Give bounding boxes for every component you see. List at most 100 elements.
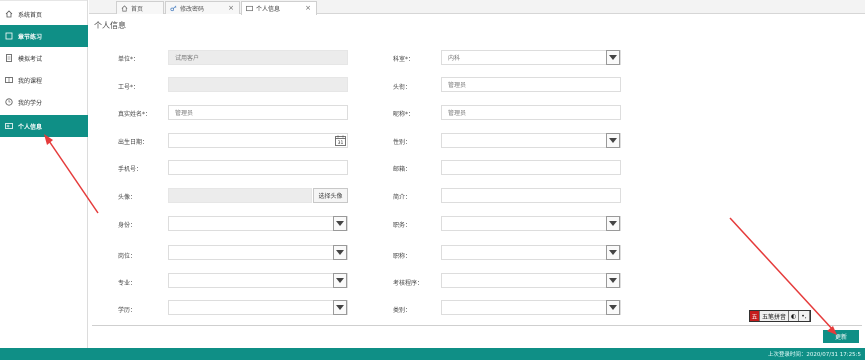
last-login-text: 上次登录时间：2020/07/31 17:25:5: [767, 352, 861, 358]
avatar-label: 头像：: [118, 194, 137, 201]
category-select[interactable]: [441, 300, 621, 315]
chevron-down-icon[interactable]: [606, 245, 620, 260]
sidebar-item-label: 我的课程: [18, 77, 43, 85]
identity-label: 身份：: [118, 222, 137, 229]
status-bar: 上次登录时间：2020/07/31 17:25:5: [0, 348, 865, 360]
close-icon[interactable]: ×: [305, 4, 311, 12]
tab-label: 修改密码: [180, 5, 205, 13]
major-label: 专业：: [118, 280, 137, 287]
sidebar-item-home[interactable]: 系统首页: [0, 3, 88, 25]
exam-program-label: 考核程序：: [393, 280, 424, 287]
chevron-down-icon[interactable]: [606, 216, 620, 231]
sidebar-item-label: 个人信息: [18, 123, 43, 131]
form-divider: [92, 325, 862, 326]
intro-input[interactable]: [441, 188, 621, 203]
choose-avatar-button[interactable]: 选择头像: [313, 188, 348, 203]
sidebar-item-label: 系统首页: [18, 11, 43, 19]
gender-select[interactable]: [441, 133, 621, 148]
prof-title-select[interactable]: [441, 245, 621, 260]
document-icon: [5, 54, 13, 62]
calendar-icon[interactable]: 31: [334, 134, 346, 147]
prof-title-label: 职称：: [393, 253, 412, 260]
department-value: 内科: [448, 55, 461, 62]
ime-mode[interactable]: 五笔拼音: [760, 311, 790, 321]
sidebar-item-chapter-practice[interactable]: 章节练习: [0, 25, 88, 47]
department-select[interactable]: 内科: [441, 50, 621, 65]
ime-logo-icon: 五: [750, 311, 760, 321]
chevron-down-icon[interactable]: [606, 273, 620, 288]
id-card-icon: [246, 5, 253, 12]
birth-date-input[interactable]: 31: [168, 133, 348, 148]
sidebar-top-divider: [0, 0, 87, 1]
home-icon: [121, 4, 128, 12]
book-icon: [5, 32, 13, 40]
category-label: 类别：: [393, 307, 412, 314]
tab-label: 首页: [131, 5, 144, 13]
unit-label: 单位*：: [118, 56, 140, 63]
key-icon: [170, 5, 177, 12]
gender-label: 性别：: [393, 139, 412, 146]
ime-moon-icon[interactable]: ◐: [789, 311, 800, 321]
post-select[interactable]: [168, 245, 348, 260]
sidebar-item-my-credits[interactable]: 我的学分: [0, 91, 88, 113]
chevron-down-icon[interactable]: [333, 245, 347, 260]
birth-date-label: 出生日期：: [118, 139, 149, 146]
sidebar-item-label: 章节练习: [18, 33, 43, 41]
title-value: 管理员: [448, 82, 467, 89]
phone-input[interactable]: [168, 160, 348, 175]
sidebar-item-mock-exam[interactable]: 模拟考试: [0, 47, 88, 69]
exam-program-select[interactable]: [441, 273, 621, 288]
chevron-down-icon[interactable]: [606, 133, 620, 148]
identity-select[interactable]: [168, 216, 348, 231]
clock-icon: [5, 98, 13, 106]
education-select[interactable]: [168, 300, 348, 315]
nickname-input[interactable]: 管理员: [441, 105, 621, 120]
chevron-down-icon[interactable]: [333, 300, 347, 315]
nickname-value: 管理员: [448, 110, 467, 117]
phone-label: 手机号：: [118, 166, 143, 173]
tab-home[interactable]: 首页: [116, 1, 164, 14]
unit-field: 试用客户: [168, 50, 348, 65]
chevron-down-icon[interactable]: [333, 216, 347, 231]
chevron-down-icon[interactable]: [333, 273, 347, 288]
emp-no-field: [168, 77, 348, 92]
tab-bar: 首页 修改密码 × 个人信息 ×: [89, 0, 865, 15]
real-name-value: 管理员: [175, 110, 194, 117]
home-icon: [5, 10, 13, 18]
id-card-icon: [5, 122, 13, 130]
chevron-down-icon[interactable]: [606, 50, 620, 65]
ime-toolbar[interactable]: 五 五笔拼音 ◐ •,: [749, 310, 811, 322]
unit-value: 试用客户: [175, 55, 200, 62]
real-name-input[interactable]: 管理员: [168, 105, 348, 120]
education-label: 学历：: [118, 307, 137, 314]
ime-punct-icon[interactable]: •,: [799, 311, 810, 321]
department-label: 科室*：: [393, 56, 415, 63]
position-label: 职务：: [393, 222, 412, 229]
title-input[interactable]: 管理员: [441, 77, 621, 92]
courses-icon: [5, 76, 13, 84]
avatar-field: [168, 188, 312, 203]
major-select[interactable]: [168, 273, 348, 288]
page-title: 个人信息: [94, 21, 126, 30]
chevron-down-icon[interactable]: [606, 300, 620, 315]
position-select[interactable]: [441, 216, 621, 231]
email-input[interactable]: [441, 160, 621, 175]
sidebar-item-personal-info[interactable]: 个人信息: [0, 115, 88, 137]
title-label: 头衔：: [393, 84, 412, 91]
sidebar-item-label: 模拟考试: [18, 55, 43, 63]
close-icon[interactable]: ×: [228, 4, 234, 12]
update-button[interactable]: 更新: [823, 330, 859, 343]
real-name-label: 真实姓名*：: [118, 111, 152, 118]
emp-no-label: 工号*：: [118, 84, 140, 91]
email-label: 邮箱：: [393, 166, 412, 173]
tab-personal-info[interactable]: 个人信息 ×: [241, 1, 317, 15]
sidebar-item-label: 我的学分: [18, 99, 43, 107]
intro-label: 简介：: [393, 194, 412, 201]
post-label: 岗位：: [118, 253, 137, 260]
calendar-day-number: 31: [337, 140, 343, 146]
sidebar: 系统首页 章节练习 模拟考试 我的课程 我的学分 个人信息: [0, 0, 88, 348]
sidebar-item-my-courses[interactable]: 我的课程: [0, 69, 88, 91]
tab-change-password[interactable]: 修改密码 ×: [165, 1, 240, 14]
nickname-label: 昵称*：: [393, 111, 415, 118]
tab-label: 个人信息: [256, 6, 281, 13]
